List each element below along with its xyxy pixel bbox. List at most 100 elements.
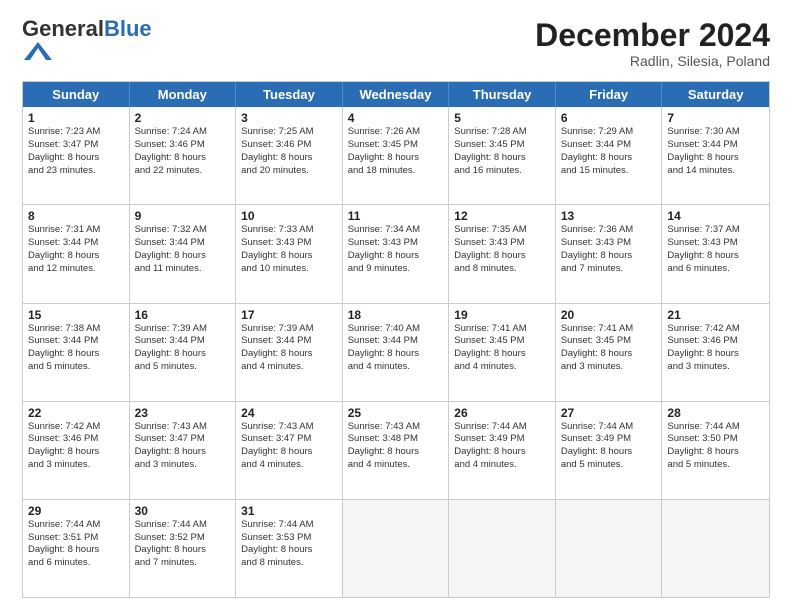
day-number: 11 [348, 209, 444, 223]
title-block: December 2024 Radlin, Silesia, Poland [535, 18, 770, 69]
day-info: Sunrise: 7:36 AM Sunset: 3:43 PM Dayligh… [561, 224, 657, 275]
calendar-day-29: 29Sunrise: 7:44 AM Sunset: 3:51 PM Dayli… [23, 500, 130, 597]
calendar-day-22: 22Sunrise: 7:42 AM Sunset: 3:46 PM Dayli… [23, 402, 130, 499]
calendar-day-15: 15Sunrise: 7:38 AM Sunset: 3:44 PM Dayli… [23, 304, 130, 401]
calendar-day-31: 31Sunrise: 7:44 AM Sunset: 3:53 PM Dayli… [236, 500, 343, 597]
day-info: Sunrise: 7:35 AM Sunset: 3:43 PM Dayligh… [454, 224, 550, 275]
calendar-day-3: 3Sunrise: 7:25 AM Sunset: 3:46 PM Daylig… [236, 107, 343, 204]
day-number: 15 [28, 308, 124, 322]
day-info: Sunrise: 7:31 AM Sunset: 3:44 PM Dayligh… [28, 224, 124, 275]
header-day-sunday: Sunday [23, 82, 130, 107]
day-info: Sunrise: 7:41 AM Sunset: 3:45 PM Dayligh… [454, 323, 550, 374]
day-number: 21 [667, 308, 764, 322]
day-info: Sunrise: 7:44 AM Sunset: 3:49 PM Dayligh… [454, 421, 550, 472]
day-number: 5 [454, 111, 550, 125]
day-number: 1 [28, 111, 124, 125]
day-number: 7 [667, 111, 764, 125]
day-info: Sunrise: 7:43 AM Sunset: 3:48 PM Dayligh… [348, 421, 444, 472]
calendar-day-empty-4-3 [343, 500, 450, 597]
calendar-day-26: 26Sunrise: 7:44 AM Sunset: 3:49 PM Dayli… [449, 402, 556, 499]
day-info: Sunrise: 7:38 AM Sunset: 3:44 PM Dayligh… [28, 323, 124, 374]
calendar-day-empty-4-6 [662, 500, 769, 597]
header-day-wednesday: Wednesday [343, 82, 450, 107]
calendar-day-24: 24Sunrise: 7:43 AM Sunset: 3:47 PM Dayli… [236, 402, 343, 499]
logo: GeneralBlue [22, 18, 152, 67]
calendar-week-2: 8Sunrise: 7:31 AM Sunset: 3:44 PM Daylig… [23, 204, 769, 302]
calendar-day-17: 17Sunrise: 7:39 AM Sunset: 3:44 PM Dayli… [236, 304, 343, 401]
location-subtitle: Radlin, Silesia, Poland [535, 53, 770, 69]
day-number: 4 [348, 111, 444, 125]
header-day-thursday: Thursday [449, 82, 556, 107]
calendar-day-20: 20Sunrise: 7:41 AM Sunset: 3:45 PM Dayli… [556, 304, 663, 401]
calendar-day-6: 6Sunrise: 7:29 AM Sunset: 3:44 PM Daylig… [556, 107, 663, 204]
calendar-week-3: 15Sunrise: 7:38 AM Sunset: 3:44 PM Dayli… [23, 303, 769, 401]
logo-text: GeneralBlue [22, 18, 152, 40]
day-number: 13 [561, 209, 657, 223]
calendar-body: 1Sunrise: 7:23 AM Sunset: 3:47 PM Daylig… [23, 107, 769, 597]
logo-blue: Blue [104, 16, 152, 41]
day-info: Sunrise: 7:33 AM Sunset: 3:43 PM Dayligh… [241, 224, 337, 275]
day-number: 28 [667, 406, 764, 420]
day-number: 14 [667, 209, 764, 223]
calendar-week-5: 29Sunrise: 7:44 AM Sunset: 3:51 PM Dayli… [23, 499, 769, 597]
calendar-day-18: 18Sunrise: 7:40 AM Sunset: 3:44 PM Dayli… [343, 304, 450, 401]
day-info: Sunrise: 7:42 AM Sunset: 3:46 PM Dayligh… [28, 421, 124, 472]
header-day-monday: Monday [130, 82, 237, 107]
calendar-week-1: 1Sunrise: 7:23 AM Sunset: 3:47 PM Daylig… [23, 107, 769, 204]
calendar-day-27: 27Sunrise: 7:44 AM Sunset: 3:49 PM Dayli… [556, 402, 663, 499]
day-info: Sunrise: 7:43 AM Sunset: 3:47 PM Dayligh… [241, 421, 337, 472]
calendar-header: SundayMondayTuesdayWednesdayThursdayFrid… [23, 82, 769, 107]
day-number: 8 [28, 209, 124, 223]
calendar-day-13: 13Sunrise: 7:36 AM Sunset: 3:43 PM Dayli… [556, 205, 663, 302]
calendar-day-21: 21Sunrise: 7:42 AM Sunset: 3:46 PM Dayli… [662, 304, 769, 401]
day-info: Sunrise: 7:26 AM Sunset: 3:45 PM Dayligh… [348, 126, 444, 177]
day-number: 9 [135, 209, 231, 223]
day-info: Sunrise: 7:23 AM Sunset: 3:47 PM Dayligh… [28, 126, 124, 177]
day-number: 27 [561, 406, 657, 420]
day-number: 23 [135, 406, 231, 420]
day-number: 10 [241, 209, 337, 223]
calendar-day-empty-4-5 [556, 500, 663, 597]
month-year-title: December 2024 [535, 18, 770, 53]
calendar-day-1: 1Sunrise: 7:23 AM Sunset: 3:47 PM Daylig… [23, 107, 130, 204]
day-number: 18 [348, 308, 444, 322]
day-number: 17 [241, 308, 337, 322]
calendar-day-7: 7Sunrise: 7:30 AM Sunset: 3:44 PM Daylig… [662, 107, 769, 204]
calendar-week-4: 22Sunrise: 7:42 AM Sunset: 3:46 PM Dayli… [23, 401, 769, 499]
day-info: Sunrise: 7:30 AM Sunset: 3:44 PM Dayligh… [667, 126, 764, 177]
day-info: Sunrise: 7:24 AM Sunset: 3:46 PM Dayligh… [135, 126, 231, 177]
day-info: Sunrise: 7:32 AM Sunset: 3:44 PM Dayligh… [135, 224, 231, 275]
day-info: Sunrise: 7:39 AM Sunset: 3:44 PM Dayligh… [135, 323, 231, 374]
header: GeneralBlue December 2024 Radlin, Silesi… [22, 18, 770, 69]
day-info: Sunrise: 7:44 AM Sunset: 3:52 PM Dayligh… [135, 519, 231, 570]
day-info: Sunrise: 7:44 AM Sunset: 3:51 PM Dayligh… [28, 519, 124, 570]
day-info: Sunrise: 7:43 AM Sunset: 3:47 PM Dayligh… [135, 421, 231, 472]
day-info: Sunrise: 7:44 AM Sunset: 3:53 PM Dayligh… [241, 519, 337, 570]
calendar-day-19: 19Sunrise: 7:41 AM Sunset: 3:45 PM Dayli… [449, 304, 556, 401]
day-info: Sunrise: 7:40 AM Sunset: 3:44 PM Dayligh… [348, 323, 444, 374]
calendar-day-empty-4-4 [449, 500, 556, 597]
calendar-day-11: 11Sunrise: 7:34 AM Sunset: 3:43 PM Dayli… [343, 205, 450, 302]
calendar-day-2: 2Sunrise: 7:24 AM Sunset: 3:46 PM Daylig… [130, 107, 237, 204]
header-day-tuesday: Tuesday [236, 82, 343, 107]
logo-general: General [22, 16, 104, 41]
calendar-day-12: 12Sunrise: 7:35 AM Sunset: 3:43 PM Dayli… [449, 205, 556, 302]
day-info: Sunrise: 7:41 AM Sunset: 3:45 PM Dayligh… [561, 323, 657, 374]
day-number: 29 [28, 504, 124, 518]
calendar-day-28: 28Sunrise: 7:44 AM Sunset: 3:50 PM Dayli… [662, 402, 769, 499]
day-number: 22 [28, 406, 124, 420]
day-number: 30 [135, 504, 231, 518]
day-number: 31 [241, 504, 337, 518]
day-number: 3 [241, 111, 337, 125]
day-info: Sunrise: 7:44 AM Sunset: 3:49 PM Dayligh… [561, 421, 657, 472]
calendar-day-8: 8Sunrise: 7:31 AM Sunset: 3:44 PM Daylig… [23, 205, 130, 302]
calendar-day-4: 4Sunrise: 7:26 AM Sunset: 3:45 PM Daylig… [343, 107, 450, 204]
day-info: Sunrise: 7:29 AM Sunset: 3:44 PM Dayligh… [561, 126, 657, 177]
day-number: 19 [454, 308, 550, 322]
day-info: Sunrise: 7:25 AM Sunset: 3:46 PM Dayligh… [241, 126, 337, 177]
day-number: 25 [348, 406, 444, 420]
header-day-saturday: Saturday [662, 82, 769, 107]
day-info: Sunrise: 7:39 AM Sunset: 3:44 PM Dayligh… [241, 323, 337, 374]
calendar-day-23: 23Sunrise: 7:43 AM Sunset: 3:47 PM Dayli… [130, 402, 237, 499]
day-number: 26 [454, 406, 550, 420]
